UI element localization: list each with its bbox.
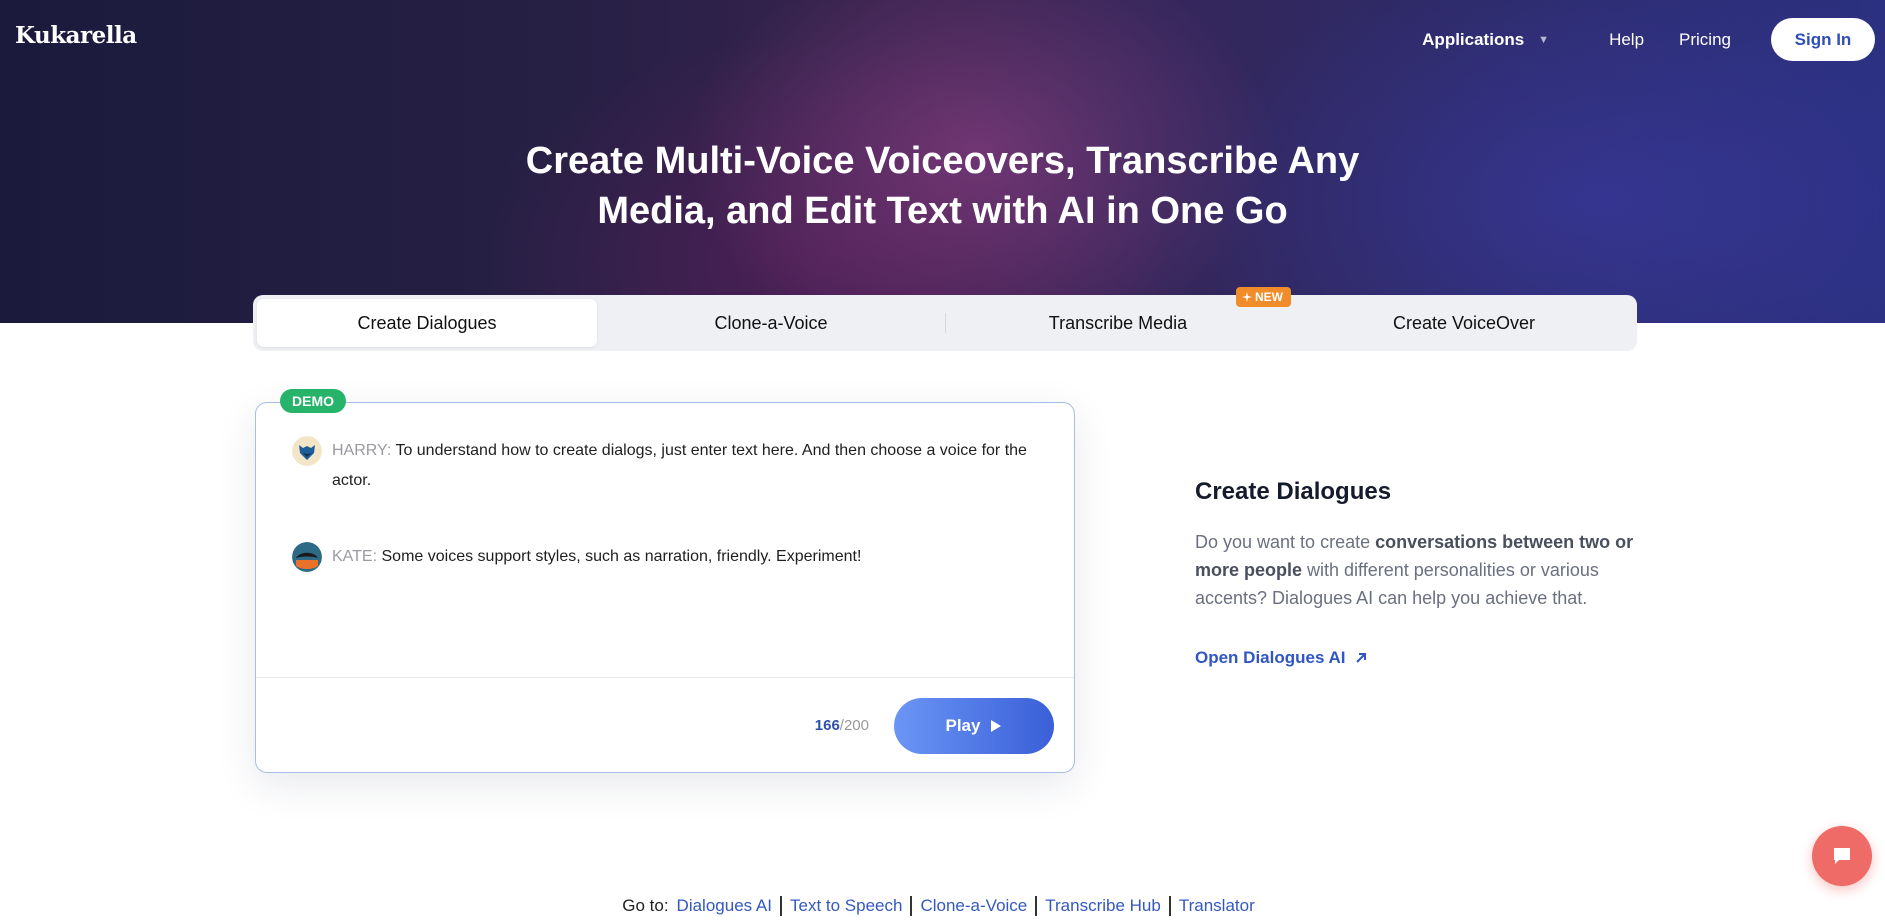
footer-link-text-to-speech[interactable]: Text to Speech [780, 896, 910, 916]
fox-avatar-icon[interactable] [292, 436, 322, 466]
go-to-label: Go to: [622, 896, 669, 915]
character-counter: 166/200 [815, 717, 869, 734]
nav-applications-label: Applications [1422, 29, 1525, 49]
speaker-name: HARRY: [332, 442, 392, 459]
top-nav: Applications ▼ Help Pricing Sign In [1422, 18, 1875, 61]
feature-tabs: Create Dialogues Clone-a-Voice Transcrib… [253, 287, 1637, 351]
tab-label: Clone-a-Voice [714, 312, 828, 333]
counter-max: /200 [839, 717, 869, 734]
tab-label: Create Dialogues [357, 312, 497, 333]
open-dialogues-ai-link[interactable]: Open Dialogues AI [1195, 648, 1635, 668]
play-icon [991, 720, 1002, 732]
dialogue-text[interactable]: KATE: Some voices support styles, such a… [292, 542, 1032, 572]
tab-create-dialogues[interactable]: Create Dialogues [257, 299, 597, 347]
play-button[interactable]: Play [894, 698, 1054, 754]
line-text: Some voices support styles, such as narr… [381, 548, 862, 565]
arrow-up-right-icon [1355, 653, 1366, 663]
footer-link-transcribe-hub[interactable]: Transcribe Hub [1035, 896, 1169, 916]
nav-pricing[interactable]: Pricing [1679, 30, 1731, 50]
demo-badge: DEMO [280, 389, 346, 413]
footer-link-dialogues-ai[interactable]: Dialogues AI [677, 896, 780, 916]
feature-description: Create Dialogues Do you want to create c… [1195, 478, 1635, 668]
hero-banner: Kukarella Applications ▼ Help Pricing Si… [0, 0, 1885, 323]
tab-divider [945, 313, 946, 333]
sign-in-button[interactable]: Sign In [1771, 18, 1875, 61]
line-text: To understand how to create dialogs, jus… [332, 442, 1027, 489]
play-button-label: Play [945, 716, 981, 735]
hero-title-line-2: Media, and Edit Text with AI in One Go [597, 190, 1288, 232]
sparkle-icon [1242, 292, 1252, 302]
feature-title: Create Dialogues [1195, 478, 1392, 505]
tree-avatar-icon[interactable] [292, 542, 322, 572]
footer-links: Go to: Dialogues AI Text to Speech Clone… [0, 896, 1885, 916]
nav-applications[interactable]: Applications ▼ [1422, 30, 1549, 50]
tab-label: Create VoiceOver [1392, 312, 1536, 333]
chat-button[interactable] [1812, 826, 1872, 886]
chat-bubble-icon [1834, 848, 1850, 864]
hero-title: Create Multi-Voice Voiceovers, Transcrib… [0, 136, 1885, 236]
dialogue-line[interactable]: KATE: Some voices support styles, such a… [292, 542, 1032, 572]
footer-link-translator[interactable]: Translator [1168, 896, 1263, 916]
tab-clone-a-voice[interactable]: Clone-a-Voice [597, 295, 945, 351]
tab-create-voiceover[interactable]: Create VoiceOver [1291, 295, 1637, 351]
link-label: Open Dialogues AI [1195, 648, 1346, 667]
feature-description-text: Do you want to create conversations betw… [1195, 528, 1635, 612]
tab-label: Transcribe Media [1048, 312, 1188, 333]
card-divider [256, 677, 1074, 678]
footer-link-clone-a-voice[interactable]: Clone-a-Voice [910, 896, 1035, 916]
demo-editor-card: DEMO HARRY: To understand how to create … [255, 389, 1075, 773]
dialogue-line[interactable]: HARRY: To understand how to create dialo… [292, 436, 1032, 496]
nav-help[interactable]: Help [1609, 30, 1644, 50]
counter-current: 166 [814, 717, 840, 734]
hero-title-line-1: Create Multi-Voice Voiceovers, Transcrib… [525, 140, 1360, 182]
speaker-name: KATE: [332, 548, 378, 565]
new-badge: NEW [1236, 287, 1291, 307]
logo[interactable]: Kukarella [15, 22, 137, 49]
caret-down-icon: ▼ [1538, 33, 1550, 46]
desc-text: Do you want to create [1195, 532, 1376, 552]
dialogue-text[interactable]: HARRY: To understand how to create dialo… [292, 436, 1032, 496]
tab-transcribe-media[interactable]: Transcribe Media NEW [945, 287, 1291, 351]
new-badge-label: NEW [1255, 290, 1283, 304]
